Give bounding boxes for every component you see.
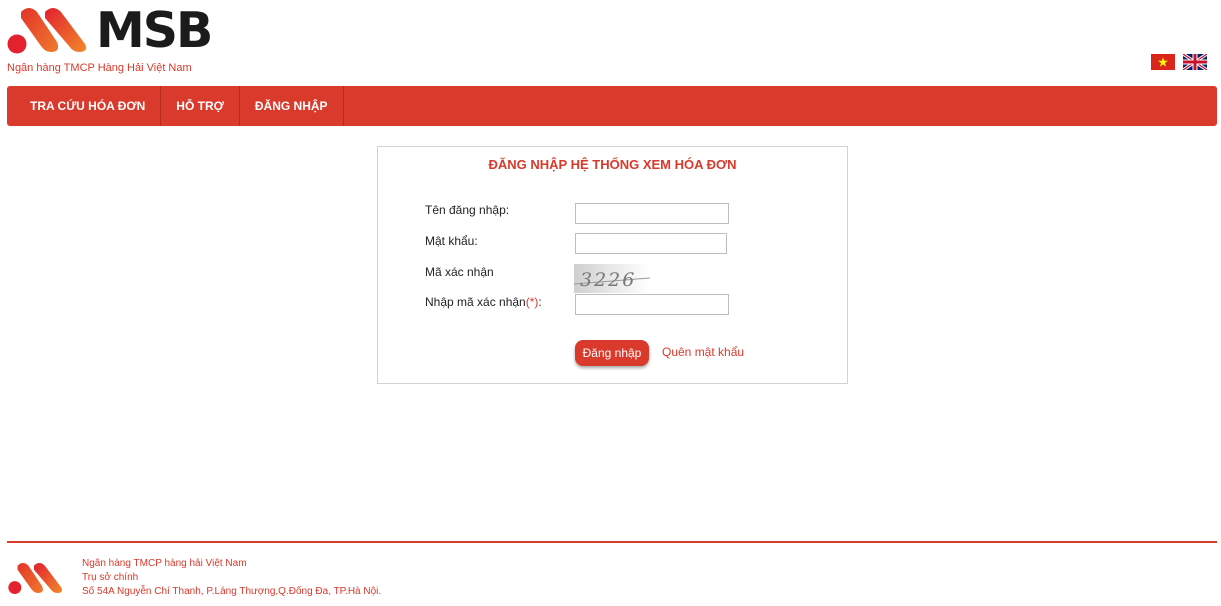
footer-divider xyxy=(7,541,1217,543)
nav-invoice-lookup[interactable]: TRA CỨU HÓA ĐƠN xyxy=(7,86,162,126)
forgot-password-link[interactable]: Quên mật khẩu xyxy=(662,345,744,359)
uk-flag-icon[interactable] xyxy=(1183,54,1207,70)
language-switcher xyxy=(1151,54,1207,70)
login-button[interactable]: Đăng nhập xyxy=(575,340,649,366)
footer-info: Ngân hàng TMCP hàng hải Việt Nam Trụ sở … xyxy=(82,557,381,599)
brand-tagline: Ngân hàng TMCP Hàng Hải Việt Nam xyxy=(7,62,192,74)
footer-address: Số 54A Nguyễn Chí Thanh, P.Láng Thượng,Q… xyxy=(82,586,382,597)
msb-logo-icon xyxy=(7,8,87,54)
captcha-input-label-suffix: : xyxy=(538,295,542,309)
username-input[interactable] xyxy=(575,203,729,224)
captcha-code: 3226 xyxy=(580,269,636,291)
nav-support[interactable]: HỖ TRỢ xyxy=(161,86,240,126)
login-panel: ĐĂNG NHẬP HỆ THỐNG XEM HÓA ĐƠN Tên đăng … xyxy=(377,146,848,384)
password-input[interactable] xyxy=(575,233,727,254)
vietnam-flag-icon[interactable] xyxy=(1151,54,1175,70)
captcha-input-label-text: Nhập mã xác nhận xyxy=(425,295,526,309)
captcha-input-label: Nhập mã xác nhận(*): xyxy=(425,295,542,309)
login-title: ĐĂNG NHẬP HỆ THỐNG XEM HÓA ĐƠN xyxy=(488,157,737,172)
captcha-image: 3226 xyxy=(574,264,650,293)
footer-head-office: Trụ sở chính xyxy=(82,572,139,583)
nav-login[interactable]: ĐĂNG NHẬP xyxy=(240,86,344,126)
footer-bank-name: Ngân hàng TMCP hàng hải Việt Nam xyxy=(82,558,247,569)
brand-name: MSB xyxy=(96,2,213,59)
required-marker: (*) xyxy=(525,295,539,309)
msb-footer-logo-icon xyxy=(8,562,63,595)
captcha-label: Mã xác nhận xyxy=(425,265,494,279)
username-label: Tên đăng nhập: xyxy=(425,203,510,217)
main-navbar: TRA CỨU HÓA ĐƠN HỖ TRỢ ĐĂNG NHẬP xyxy=(7,86,1217,126)
password-label: Mật khẩu: xyxy=(425,234,478,248)
captcha-input[interactable] xyxy=(575,294,729,315)
